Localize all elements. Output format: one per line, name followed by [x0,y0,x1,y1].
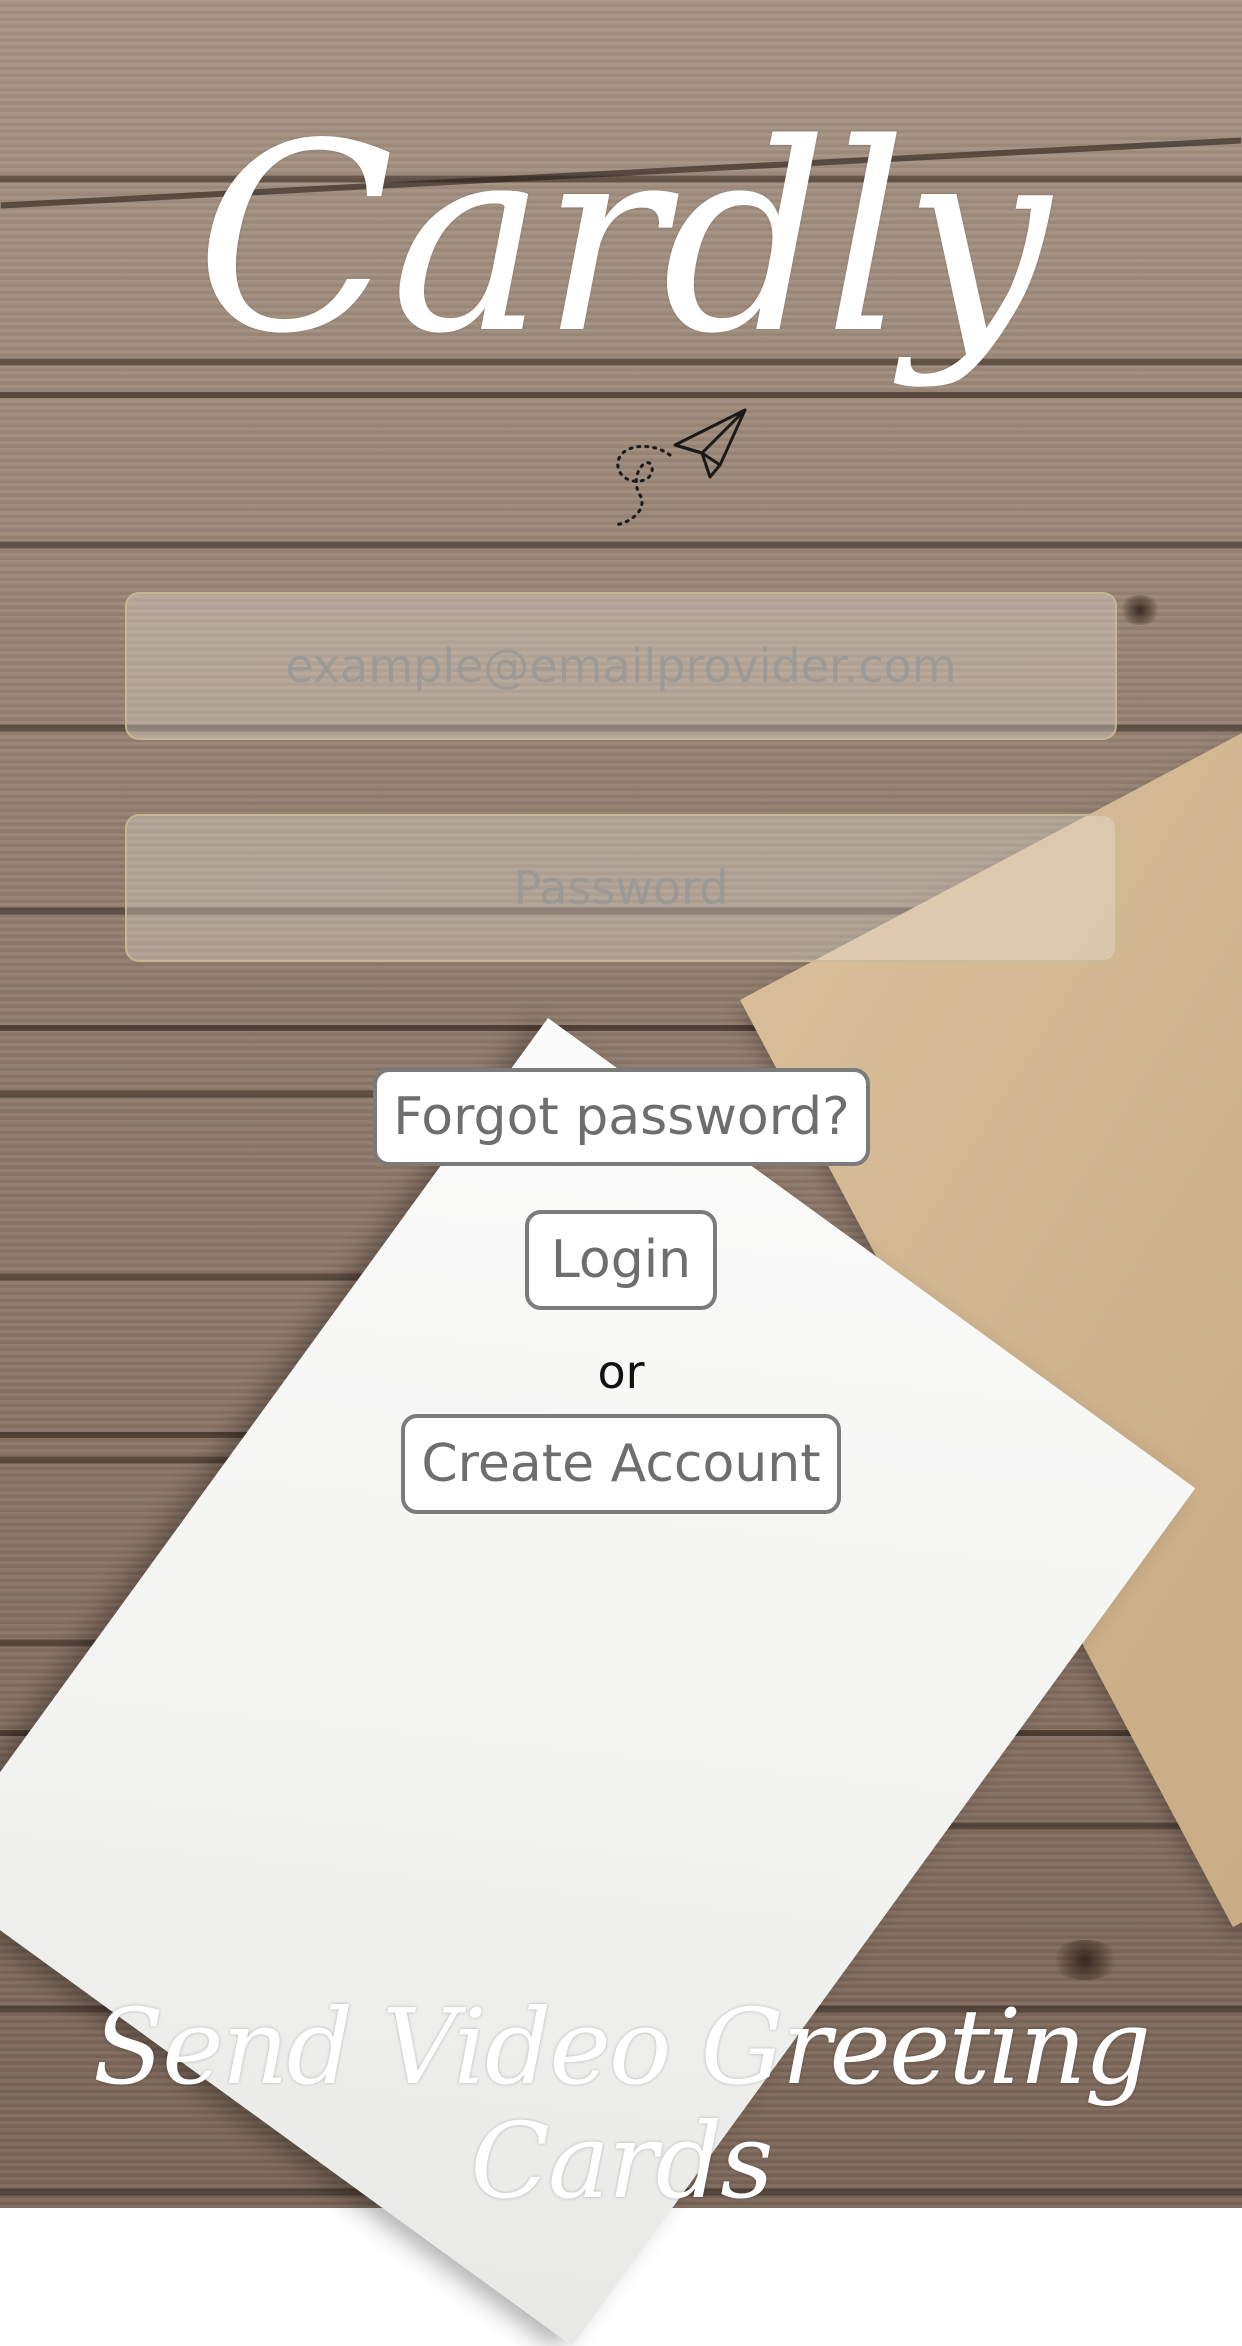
app-logo: Cardly [195,89,1051,391]
create-account-button[interactable]: Create Account [401,1414,841,1514]
tagline: Send Video Greeting Cards [92,1986,1151,2223]
wood-knot [1050,1940,1120,1980]
password-field[interactable] [125,814,1117,962]
or-separator: or [597,1345,645,1399]
plank-seam [0,392,1242,398]
wood-knot [1120,595,1160,625]
login-button[interactable]: Login [525,1210,717,1310]
password-input[interactable] [127,815,1115,961]
paper-plane-icon [613,408,747,527]
forgot-password-button[interactable]: Forgot password? [373,1068,870,1166]
email-input[interactable] [127,593,1115,739]
email-field[interactable] [125,592,1117,740]
